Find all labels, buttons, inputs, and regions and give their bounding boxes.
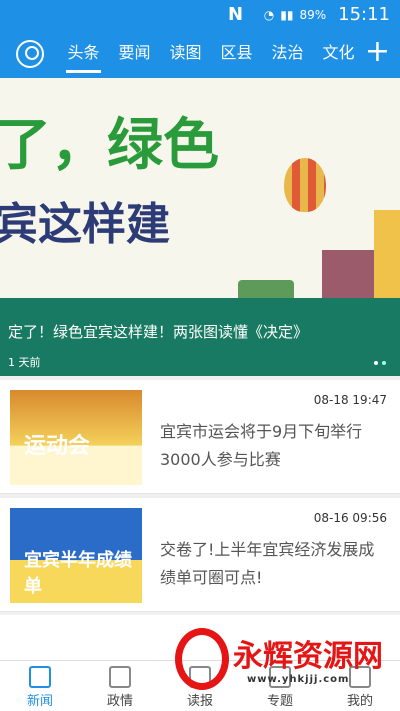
tab-culture[interactable]: 文化 (313, 30, 364, 78)
watermark-name: 永辉资源网 (233, 639, 383, 674)
carousel-dot (374, 361, 378, 365)
status-bar: N ◔ ▮▮ 89% 15:11 (0, 0, 400, 30)
hero-image-text: 了，绿色 (0, 113, 219, 178)
news-date: 08-18 19:47 (313, 393, 387, 407)
watermark-logo (175, 628, 229, 690)
tab-districts[interactable]: 区县 (211, 30, 262, 78)
top-navigation: 头条 要闻 读图 区县 法治 文化 + (0, 30, 400, 78)
add-channel-icon[interactable]: + (365, 36, 390, 68)
tab-headlines[interactable]: 头条 (58, 30, 109, 78)
carousel-indicator (374, 361, 386, 365)
hero-headline: 定了！绿色宜宾这样建！两张图读懂《决定》 (8, 323, 309, 341)
balloon-illustration (284, 158, 326, 212)
tab-pictures[interactable]: 读图 (160, 30, 211, 78)
news-title: 交卷了!上半年宜宾经济发展成绩单可圈可点! (160, 540, 375, 587)
hero-time: 1 天前 (8, 356, 41, 369)
news-item[interactable]: 运动会 08-18 19:47 宜宾市运会将于9月下旬举行3000人参与比赛 (0, 380, 400, 494)
bottom-nav-news[interactable]: 新闻 (0, 661, 80, 711)
watermark-url: www.yhkjjj.com (247, 674, 350, 685)
carousel-dot (382, 361, 386, 365)
battery-percent: 89% (299, 7, 327, 22)
wifi-icon: ◔ (263, 7, 275, 22)
bottom-nav-government[interactable]: 政情 (80, 661, 160, 711)
news-icon (29, 666, 51, 688)
news-title: 宜宾市运会将于9月下旬举行3000人参与比赛 (160, 422, 363, 469)
tab-news[interactable]: 要闻 (109, 30, 160, 78)
news-thumbnail: 运动会 (10, 390, 142, 485)
notification-icon: N (228, 4, 244, 25)
hero-image-text: 宾这样建 (0, 199, 170, 250)
news-thumbnail: 宜宾半年成绩单 (10, 508, 142, 603)
news-date: 08-16 09:56 (313, 511, 387, 525)
watermark: 永辉资源网 www.yhkjjj.com (175, 628, 400, 698)
clock: 15:11 (338, 4, 390, 25)
channel-tabs: 头条 要闻 读图 区县 法治 文化 (58, 30, 364, 78)
document-icon (109, 666, 131, 688)
profile-avatar-icon[interactable] (16, 40, 44, 68)
signal-icon: ▮▮ (280, 7, 294, 22)
tab-law[interactable]: 法治 (262, 30, 313, 78)
news-item[interactable]: 宜宾半年成绩单 08-16 09:56 交卷了!上半年宜宾经济发展成绩单可圈可点… (0, 498, 400, 612)
hero-carousel[interactable]: 了，绿色 宾这样建 定了！绿色宜宾这样建！两张图读懂《决定》 1 天前 (0, 78, 400, 376)
